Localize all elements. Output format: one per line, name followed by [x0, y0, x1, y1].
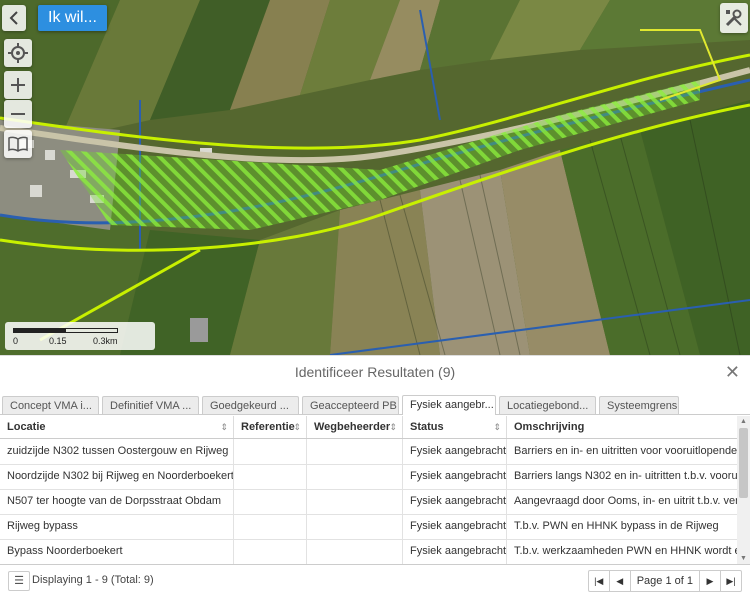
locate-icon [8, 43, 28, 63]
zoom-out-button[interactable] [4, 100, 32, 128]
book-icon [8, 136, 28, 152]
cell-status: Fysiek aangebracht [403, 514, 507, 539]
zoom-in-button[interactable] [4, 71, 32, 99]
scale-bar-graphic [13, 328, 118, 333]
scrollbar-thumb[interactable] [739, 428, 748, 498]
column-header-omschrijving[interactable]: Omschrijving [507, 416, 737, 438]
tab-locatiegebonden[interactable]: Locatiegebond... [499, 396, 596, 414]
column-label: Referentie [241, 421, 295, 433]
cell-status: Fysiek aangebracht [403, 464, 507, 489]
cell-locatie: N507 ter hoogte van de Dorpsstraat Obdam [0, 489, 234, 514]
table-row[interactable]: Rijweg bypass Fysiek aangebracht T.b.v. … [0, 514, 737, 540]
column-label: Omschrijving [514, 421, 585, 433]
chevron-left-icon [9, 11, 18, 25]
table-row[interactable]: N507 ter hoogte van de Dorpsstraat Obdam… [0, 489, 737, 515]
cell-referentie [234, 464, 307, 489]
legend-button[interactable] [4, 130, 32, 158]
scale-label-end: 0.3km [93, 336, 118, 346]
cell-omschrijving: Aangevraagd door Ooms, in- en uitrit t.b… [514, 495, 737, 507]
close-icon: ✕ [724, 362, 740, 382]
displaying-count: Displaying 1 - 9 (Total: 9) [32, 574, 154, 586]
column-header-status[interactable]: Status ⇕ [403, 416, 507, 438]
cell-status: Fysiek aangebracht [403, 439, 507, 464]
sort-icon: ⇕ [220, 422, 228, 432]
sort-icon: ⇕ [493, 422, 501, 432]
cell-wegbeheerder [307, 464, 403, 489]
cell-omschrijving: T.b.v. werkzaamheden PWN en HHNK wordt e… [514, 545, 737, 557]
tools-icon [725, 9, 742, 27]
table-body: zuidzijde N302 tussen Oostergouw en Rijw… [0, 439, 737, 564]
pager: |◀ ◀ Page 1 of 1 ▶ ▶| [587, 570, 742, 592]
prev-page-button[interactable]: ◀ [610, 571, 631, 591]
panel-title: Identificeer Resultaten (9) [294, 364, 456, 380]
column-header-referentie[interactable]: Referentie ⇕ [234, 416, 307, 438]
column-label: Locatie [7, 421, 46, 433]
cell-locatie: zuidzijde N302 tussen Oostergouw en Rijw… [0, 439, 234, 464]
last-page-icon: ▶| [726, 576, 736, 586]
locate-button[interactable] [4, 39, 32, 67]
results-panel: Identificeer Resultaten (9) ✕ Concept VM… [0, 355, 750, 597]
close-button[interactable]: ✕ [725, 362, 740, 383]
list-icon: ☰ [14, 575, 24, 587]
cell-omschrijving: T.b.v. PWN en HHNK bypass in de Rijweg [514, 520, 719, 532]
map-view[interactable]: Ik wil... 0 0.15 0.3km [0, 0, 750, 355]
cell-locatie: Bypass Noorderboekert [0, 539, 234, 564]
cell-omschrijving: Barriers langs N302 en in- uitritten t.b… [514, 470, 737, 482]
column-header-locatie[interactable]: Locatie ⇕ [0, 416, 234, 438]
cell-locatie: Rijweg bypass [0, 514, 234, 539]
back-button[interactable] [2, 5, 26, 31]
column-label: Status [410, 421, 444, 433]
tools-button[interactable] [720, 3, 748, 33]
table-header: Locatie ⇕ Referentie ⇕ Wegbeheerder ⇕ Statu… [0, 416, 737, 439]
first-page-button[interactable]: |◀ [589, 571, 610, 591]
next-page-icon: ▶ [706, 576, 714, 586]
scale-label-0: 0 [13, 336, 19, 346]
tab-concept-vma[interactable]: Concept VMA i... [2, 396, 99, 414]
cell-referentie [234, 489, 307, 514]
cell-locatie: Noordzijde N302 bij Rijweg en Noorderboe… [0, 464, 234, 489]
grid-footer: ☰ Displaying 1 - 9 (Total: 9) |◀ ◀ Page … [0, 564, 750, 597]
first-page-icon: |◀ [594, 576, 604, 586]
table-row[interactable]: Noordzijde N302 bij Rijweg en Noorderboe… [0, 464, 737, 490]
next-page-button[interactable]: ▶ [700, 571, 721, 591]
scroll-up-icon[interactable]: ▲ [740, 418, 747, 425]
scale-label-mid: 0.15 [49, 336, 67, 346]
sort-icon: ⇕ [293, 422, 301, 432]
minus-icon [11, 113, 25, 115]
table-row[interactable]: Bypass Noorderboekert Fysiek aangebracht… [0, 539, 737, 564]
cell-wegbeheerder [307, 439, 403, 464]
tab-geaccepteerd-pb[interactable]: Geaccepteerd PB [302, 396, 399, 414]
cell-status: Fysiek aangebracht [403, 539, 507, 564]
list-view-button[interactable]: ☰ [8, 571, 30, 591]
cell-omschrijving: Barriers en in- en uitritten voor voorui… [514, 445, 737, 457]
table-row[interactable]: zuidzijde N302 tussen Oostergouw en Rijw… [0, 439, 737, 465]
sort-icon: ⇕ [389, 422, 397, 432]
scale-bar: 0 0.15 0.3km [5, 322, 155, 350]
tab-fysiek-aangebracht[interactable]: Fysiek aangebr... [402, 395, 496, 415]
last-page-button[interactable]: ▶| [721, 571, 741, 591]
cell-referentie [234, 514, 307, 539]
scroll-down-icon[interactable]: ▼ [740, 555, 747, 562]
result-tabs: Concept VMA i... Definitief VMA ... Goed… [0, 394, 750, 415]
aerial-map [0, 0, 750, 355]
cell-status: Fysiek aangebracht [403, 489, 507, 514]
vertical-scrollbar[interactable]: ▲ ▼ [737, 416, 750, 564]
cell-referentie [234, 439, 307, 464]
tab-systeemgrens[interactable]: Systeemgrens [599, 396, 679, 414]
ik-wil-button[interactable]: Ik wil... [38, 5, 107, 31]
page-indicator: Page 1 of 1 [631, 571, 700, 591]
column-label: Wegbeheerder [314, 421, 391, 433]
tab-definitief-vma[interactable]: Definitief VMA ... [102, 396, 199, 414]
cell-wegbeheerder [307, 539, 403, 564]
tab-goedgekeurd[interactable]: Goedgekeurd ... [202, 396, 299, 414]
cell-wegbeheerder [307, 489, 403, 514]
cell-wegbeheerder [307, 514, 403, 539]
column-header-wegbeheerder[interactable]: Wegbeheerder ⇕ [307, 416, 403, 438]
plus-icon [11, 78, 25, 92]
cell-referentie [234, 539, 307, 564]
prev-page-icon: ◀ [616, 576, 624, 586]
